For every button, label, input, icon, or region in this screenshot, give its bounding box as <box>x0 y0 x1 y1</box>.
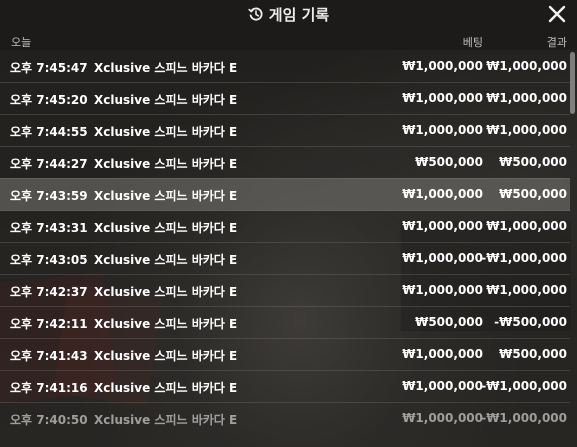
row-game: Xclusive 스피느 바카다 E <box>94 189 238 203</box>
history-row-selected[interactable]: 오후 7:43:59 Xclusive 스피느 바카다 E ₩1,000,000… <box>0 178 570 211</box>
row-game: Xclusive 스피느 바카다 E <box>94 61 238 75</box>
scrollbar-thumb[interactable] <box>570 52 575 114</box>
row-bet: ₩1,000,000 <box>402 59 483 73</box>
history-row[interactable]: 오후 7:42:11 Xclusive 스피느 바카다 E ₩500,000 -… <box>0 306 570 339</box>
row-bet: ₩1,000,000 <box>402 123 483 137</box>
history-row[interactable]: 오후 7:45:47 Xclusive 스피느 바카다 E ₩1,000,000… <box>0 50 570 83</box>
row-result: ₩500,000 <box>499 347 567 361</box>
row-game: Xclusive 스피느 바카다 E <box>94 285 238 299</box>
row-time: 오후 7:42:11 <box>10 317 88 331</box>
history-row[interactable]: 오후 7:42:37 Xclusive 스피느 바카다 E ₩1,000,000… <box>0 274 570 307</box>
history-row[interactable]: 오후 7:45:20 Xclusive 스피느 바카다 E ₩1,000,000… <box>0 82 570 115</box>
row-time: 오후 7:44:27 <box>10 157 88 171</box>
row-result: -₩1,000,000 <box>481 411 567 425</box>
row-bet: ₩1,000,000 <box>402 219 483 233</box>
close-button[interactable] <box>547 4 567 24</box>
row-time: 오후 7:43:31 <box>10 221 88 235</box>
column-header: 오늘 베팅 결과 <box>0 28 577 50</box>
history-header: 게임 기록 <box>0 0 577 28</box>
row-result: -₩1,000,000 <box>481 379 567 393</box>
row-time: 오후 7:45:47 <box>10 61 88 75</box>
row-game: Xclusive 스피느 바카다 E <box>94 317 238 331</box>
row-game: Xclusive 스피느 바카다 E <box>94 125 238 139</box>
row-result: ₩1,000,000 <box>486 283 567 297</box>
row-bet: ₩1,000,000 <box>402 347 483 361</box>
row-game: Xclusive 스피느 바카다 E <box>94 381 238 395</box>
row-game: Xclusive 스피느 바카다 E <box>94 157 238 171</box>
row-time: 오후 7:42:37 <box>10 285 88 299</box>
row-bet: ₩1,000,000 <box>402 411 483 425</box>
history-row[interactable]: 오후 7:43:05 Xclusive 스피느 바카다 E ₩1,000,000… <box>0 242 570 275</box>
row-bet: ₩1,000,000 <box>402 187 483 201</box>
row-result: ₩1,000,000 <box>486 59 567 73</box>
row-game: Xclusive 스피느 바카다 E <box>94 221 238 235</box>
row-result: ₩500,000 <box>499 155 567 169</box>
row-bet: ₩500,000 <box>415 155 483 169</box>
history-row[interactable]: 오후 7:41:43 Xclusive 스피느 바카다 E ₩1,000,000… <box>0 338 570 371</box>
history-list[interactable]: 오후 7:45:47 Xclusive 스피느 바카다 E ₩1,000,000… <box>0 50 577 447</box>
history-row[interactable]: 오후 7:40:50 Xclusive 스피느 바카다 E ₩1,000,000… <box>0 402 570 434</box>
row-result: ₩500,000 <box>499 187 567 201</box>
row-game: Xclusive 스피느 바카다 E <box>94 413 238 427</box>
row-game: Xclusive 스피느 바카다 E <box>94 253 238 267</box>
row-time: 오후 7:40:50 <box>10 413 88 427</box>
column-bet: 베팅 <box>462 36 483 49</box>
column-result: 결과 <box>546 36 567 49</box>
row-bet: ₩500,000 <box>415 315 483 329</box>
row-time: 오후 7:43:59 <box>10 189 88 203</box>
row-result: -₩500,000 <box>494 315 567 329</box>
page-title: 게임 기록 <box>268 5 330 24</box>
header-title-group: 게임 기록 <box>248 4 329 25</box>
row-result: ₩1,000,000 <box>486 91 567 105</box>
row-bet: ₩1,000,000 <box>402 251 483 265</box>
row-result: ₩1,000,000 <box>486 219 567 233</box>
history-row[interactable]: 오후 7:44:55 Xclusive 스피느 바카다 E ₩1,000,000… <box>0 114 570 147</box>
history-row[interactable]: 오후 7:44:27 Xclusive 스피느 바카다 E ₩500,000 ₩… <box>0 146 570 179</box>
history-row[interactable]: 오후 7:41:16 Xclusive 스피느 바카다 E ₩1,000,000… <box>0 370 570 403</box>
row-time: 오후 7:43:05 <box>10 253 88 267</box>
row-result: ₩1,000,000 <box>486 123 567 137</box>
history-icon <box>248 6 264 22</box>
history-row[interactable]: 오후 7:43:31 Xclusive 스피느 바카다 E ₩1,000,000… <box>0 210 570 243</box>
row-time: 오후 7:44:55 <box>10 125 88 139</box>
row-time: 오후 7:45:20 <box>10 93 88 107</box>
row-bet: ₩1,000,000 <box>402 379 483 393</box>
column-today: 오늘 <box>11 36 32 49</box>
row-game: Xclusive 스피느 바카다 E <box>94 349 238 363</box>
row-result: -₩1,000,000 <box>481 251 567 265</box>
row-time: 오후 7:41:16 <box>10 381 88 395</box>
row-game: Xclusive 스피느 바카다 E <box>94 93 238 107</box>
row-bet: ₩1,000,000 <box>402 283 483 297</box>
game-history-window: 게임 기록 오늘 베팅 결과 오후 7:45:47 Xclusive 스피느 바… <box>0 0 577 447</box>
row-time: 오후 7:41:43 <box>10 349 88 363</box>
close-icon <box>548 5 566 23</box>
row-bet: ₩1,000,000 <box>402 91 483 105</box>
